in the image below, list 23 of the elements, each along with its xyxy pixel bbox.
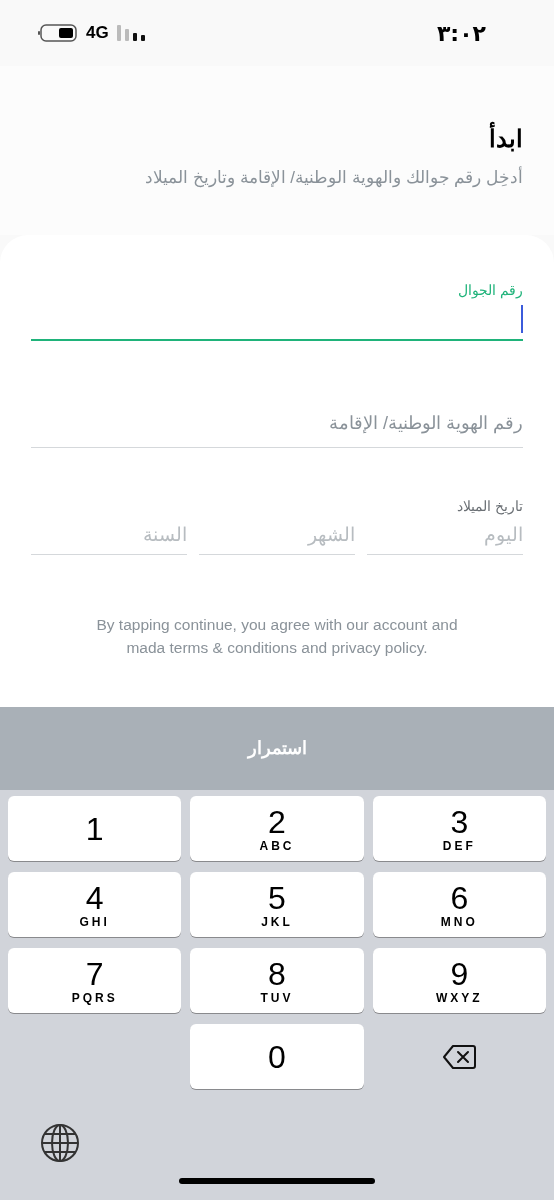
battery-icon bbox=[38, 24, 78, 42]
terms-text: By tapping continue, you agree with our account and mada terms & conditions and privacy policy. bbox=[95, 615, 459, 658]
keypad-key[interactable]: 6 MNO bbox=[372, 872, 546, 937]
signal-icon bbox=[116, 25, 147, 41]
field-label: تاريخ الميلاد bbox=[456, 497, 523, 517]
keypad-key[interactable]: 9 WXYZ bbox=[372, 948, 546, 1013]
field-label: رقم الجوال bbox=[457, 281, 523, 299]
globe-icon[interactable] bbox=[40, 1123, 80, 1163]
page-subtitle: أدخِل رقم جوالك والهوية الوطنية/ الإقامة وتاريخ الميلاد bbox=[144, 165, 523, 190]
keypad-key[interactable]: 4 GHI bbox=[8, 872, 182, 937]
keypad-key[interactable]: 0 bbox=[190, 1024, 364, 1089]
field-placeholder: رقم الهوية الوطنية/ الإقامة bbox=[328, 412, 523, 436]
keypad-key[interactable]: 2 ABC bbox=[190, 796, 364, 861]
keypad-key[interactable]: 7 PQRS bbox=[8, 948, 182, 1013]
backspace-icon bbox=[442, 1043, 477, 1070]
network-label: 4G bbox=[86, 22, 109, 45]
keypad-key[interactable]: 3 DEF bbox=[372, 796, 546, 861]
page-title: ابدأ bbox=[31, 121, 523, 157]
keypad-key[interactable]: 5 JKL bbox=[190, 872, 364, 937]
clock-time: ٣:٠٢ bbox=[436, 19, 487, 48]
keypad-key[interactable]: 1 bbox=[8, 796, 182, 861]
keypad-key[interactable]: 8 TUV bbox=[190, 948, 364, 1013]
text-caret bbox=[521, 305, 523, 333]
